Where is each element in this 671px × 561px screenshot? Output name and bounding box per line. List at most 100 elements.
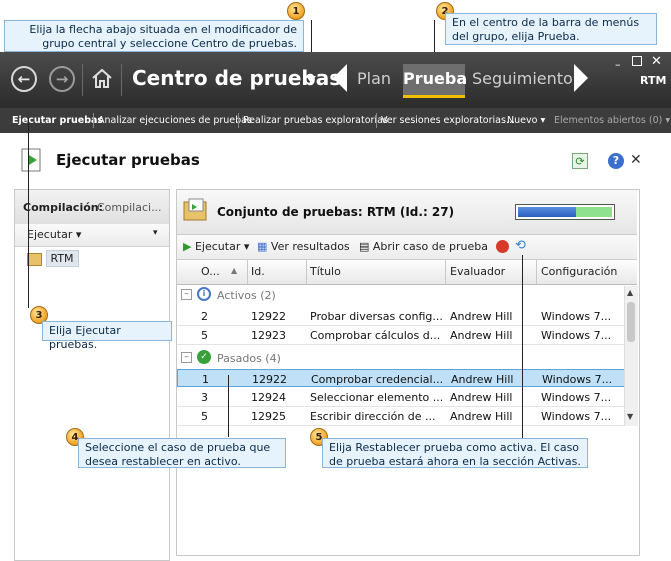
tab-prueba[interactable]: Prueba [403, 64, 467, 98]
play-icon: ▶ [183, 240, 192, 253]
callout-2: En el centro de la barra de menús del gr… [445, 13, 657, 45]
block-test-icon[interactable] [496, 240, 509, 253]
document-icon: ▤ [359, 240, 370, 253]
cell-order: 2 [201, 310, 208, 323]
table-row[interactable]: 3 12924 Seleccionar elemento ... Andrew … [177, 388, 637, 407]
cell-configuration: Windows 7... [541, 391, 612, 404]
cell-title: Escribir dirección de ... [310, 410, 436, 423]
cell-order: 5 [201, 329, 208, 342]
help-icon[interactable]: ? [608, 153, 624, 169]
back-icon[interactable]: ← [11, 66, 37, 92]
group-active[interactable]: – i Activos (2) [177, 286, 637, 306]
submenu-item-exploratory-sessions[interactable]: Ver sesiones exploratorias... [381, 115, 515, 126]
cell-order: 3 [201, 391, 208, 404]
cell-title: Comprobar credencial... [311, 373, 443, 386]
vertical-scrollbar[interactable]: ▲ ▼ [624, 286, 638, 426]
suite-title: Conjunto de pruebas: RTM (Id.: 27) [217, 205, 455, 219]
maximize-icon[interactable] [632, 56, 642, 66]
table-row-selected[interactable]: 1 12922 Comprobar credencial... Andrew H… [177, 369, 637, 387]
column-tester[interactable]: Evaluador [450, 265, 505, 278]
submenu-item-run-tests[interactable]: Ejecutar pruebas [12, 115, 103, 126]
column-id[interactable]: Id. [251, 265, 265, 278]
submenu-divider [238, 113, 239, 128]
table-row[interactable]: 5 12923 Comprobar cálculos d... Andrew H… [177, 326, 637, 345]
table-row[interactable]: 2 12922 Probar diversas config... Andrew… [177, 307, 637, 326]
menu-next-icon[interactable] [574, 64, 588, 92]
home-icon[interactable] [90, 66, 114, 90]
cell-configuration: Windows 7... [541, 329, 612, 342]
minimize-icon[interactable]: – [615, 58, 621, 71]
tab-seguimiento[interactable]: Seguimiento [472, 64, 573, 98]
close-panel-icon[interactable]: ✕ [630, 152, 642, 168]
scroll-thumb[interactable] [627, 302, 635, 342]
run-button-label: Ejecutar [27, 228, 73, 241]
callout-5-leader [522, 255, 523, 438]
run-tests-button[interactable]: ▶ Ejecutar ▾ [183, 240, 249, 253]
open-test-case-button[interactable]: ▤ Abrir caso de prueba [359, 240, 488, 253]
submenu-new-label: Nuevo [507, 115, 538, 126]
column-divider [306, 260, 307, 284]
column-order[interactable]: O... [201, 265, 220, 278]
sort-ascending-icon: ▲ [231, 266, 238, 275]
test-suite-icon [183, 198, 209, 224]
folder-lock-icon [27, 252, 42, 266]
group-label: Activos (2) [217, 289, 276, 302]
tab-plan[interactable]: Plan [352, 64, 396, 98]
active-status-icon: i [197, 287, 211, 301]
refresh-icon[interactable]: ⟳ [572, 153, 588, 169]
cell-id: 12922 [252, 373, 287, 386]
tree-item-rtm[interactable]: RTM [27, 250, 79, 270]
left-toolbar: Ejecutar ▾ ▾ [15, 224, 169, 247]
submenu-item-analyze-runs[interactable]: Analizar ejecuciones de pruebas [98, 115, 252, 126]
callout-4-leader [228, 375, 229, 437]
collapse-icon[interactable]: – [181, 289, 192, 300]
cell-tester: Andrew Hill [450, 391, 513, 404]
forward-icon[interactable]: → [49, 66, 75, 92]
submenu-divider [93, 113, 94, 128]
column-title[interactable]: Título [310, 265, 341, 278]
table-row[interactable]: 5 12925 Escribir dirección de ... Andrew… [177, 407, 637, 426]
suite-progress-pass [518, 207, 576, 217]
scroll-up-icon[interactable]: ▲ [627, 288, 633, 297]
cell-title: Probar diversas config... [310, 310, 442, 323]
header-divider [121, 64, 122, 96]
cell-order: 5 [201, 410, 208, 423]
cell-id: 12925 [251, 410, 286, 423]
scroll-down-icon[interactable]: ▼ [627, 412, 633, 421]
collapse-icon[interactable]: – [181, 352, 192, 363]
cell-tester: Andrew Hill [450, 410, 513, 423]
panel-title: Ejecutar pruebas [56, 151, 200, 169]
submenu-new-menu[interactable]: Nuevo ▾ [507, 115, 545, 126]
close-window-icon[interactable]: ✕ [651, 54, 662, 69]
callout-number-1: 1 [287, 2, 305, 20]
submenu-bar: Ejecutar pruebas Analizar ejecuciones de… [0, 108, 671, 133]
callout-3: Elija Ejecutar pruebas. [42, 321, 172, 351]
submenu-open-items[interactable]: Elementos abiertos (0) ▾ [554, 115, 670, 126]
left-pane-menu-icon[interactable]: ▾ [153, 228, 158, 238]
open-test-case-label: Abrir caso de prueba [372, 240, 488, 253]
run-tests-icon [20, 147, 46, 175]
menu-prev-icon[interactable] [333, 64, 347, 92]
suite-progress-rest [576, 207, 612, 217]
view-results-button[interactable]: ▦ Ver resultados [257, 240, 350, 253]
reset-to-active-icon[interactable]: ⟲ [515, 238, 526, 253]
group-passed[interactable]: – ✓ Pasados (4) [177, 349, 637, 369]
callout-3-leader [28, 118, 29, 308]
cell-id: 12922 [251, 310, 286, 323]
header-divider [82, 64, 83, 96]
view-results-label: Ver resultados [270, 240, 350, 253]
column-configuration[interactable]: Configuración [541, 265, 617, 278]
callout-4: Seleccione el caso de prueba que desea r… [78, 438, 286, 468]
project-name[interactable]: RTM [640, 74, 666, 87]
results-icon: ▦ [257, 240, 268, 253]
group-switch-dropdown-icon[interactable] [306, 76, 316, 83]
cell-configuration: Windows 7... [541, 410, 612, 423]
passed-check-icon: ✓ [197, 350, 211, 364]
run-button[interactable]: Ejecutar ▾ [27, 228, 81, 241]
build-filter[interactable]: Compilación: Compilaci... [15, 190, 169, 225]
cell-id: 12924 [251, 391, 286, 404]
submenu-item-exploratory[interactable]: Realizar pruebas exploratorias [243, 115, 388, 126]
app-header: ← → Centro de pruebas Plan Prueba Seguim… [0, 52, 671, 108]
suite-toolbar: ▶ Ejecutar ▾ ▦ Ver resultados ▤ Abrir ca… [177, 235, 637, 260]
cell-tester: Andrew Hill [451, 373, 514, 386]
